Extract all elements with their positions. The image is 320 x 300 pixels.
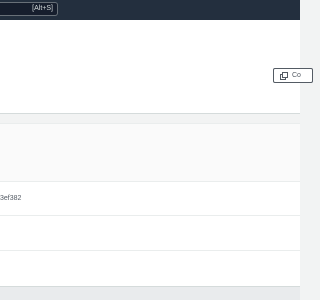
copy-button-label: Co <box>292 72 301 79</box>
search-shortcut-hint: [Alt+S] <box>32 5 53 12</box>
detail-row: 3ef382 <box>0 181 300 216</box>
copy-icon <box>280 71 288 80</box>
page-footer <box>0 287 300 300</box>
copy-button[interactable]: Co <box>273 68 313 83</box>
details-panel: 3ef382 <box>0 123 300 287</box>
detail-row <box>0 251 300 286</box>
detail-row-value: 3ef382 <box>0 195 22 202</box>
page-header-panel: Co <box>0 20 313 114</box>
top-navigation-bar: [Alt+S] <box>0 0 300 20</box>
detail-row <box>0 216 300 251</box>
details-panel-header <box>0 124 300 182</box>
search-input[interactable]: [Alt+S] <box>0 2 58 16</box>
